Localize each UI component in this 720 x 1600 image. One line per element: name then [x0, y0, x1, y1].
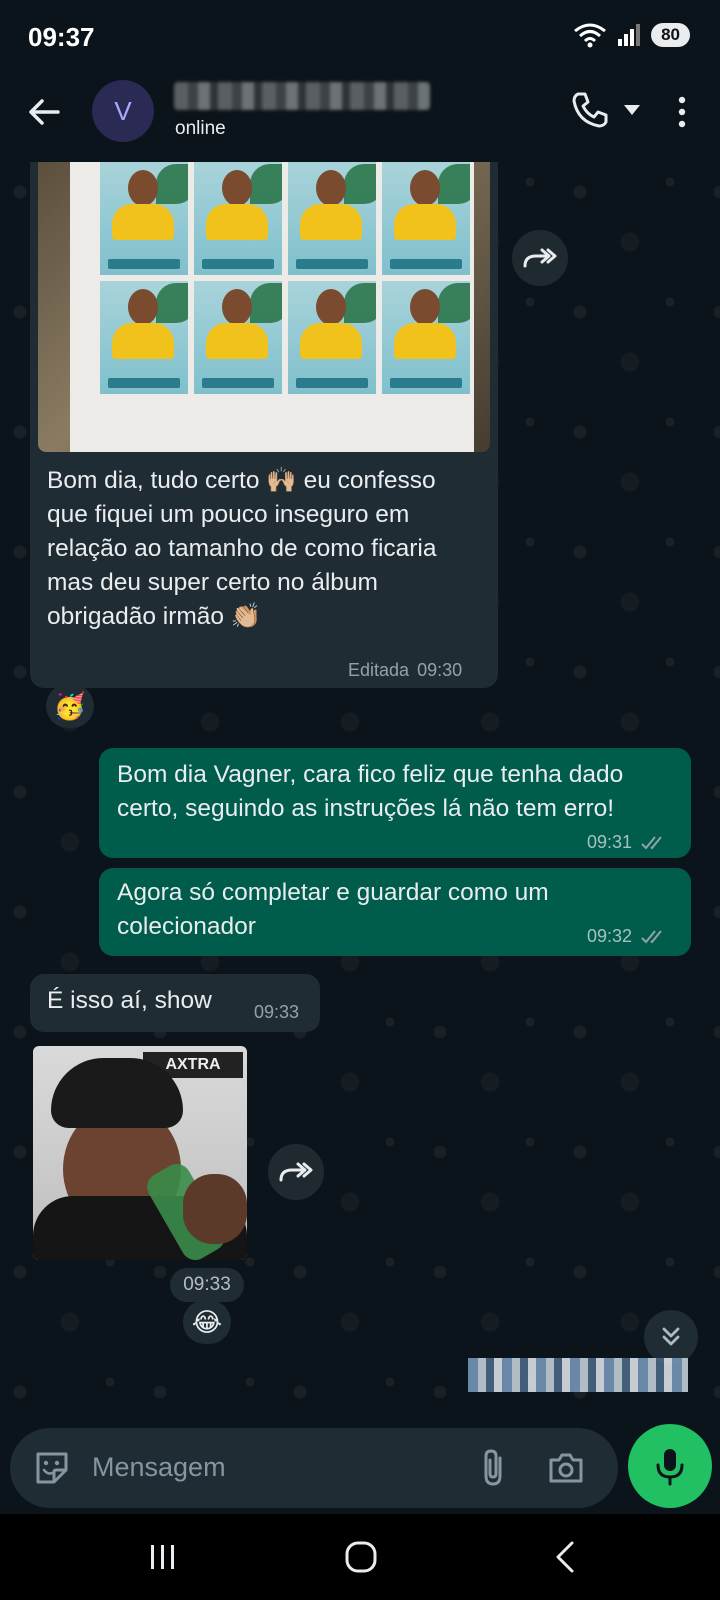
- emoji-icon[interactable]: [32, 1448, 72, 1488]
- status-time: 09:37: [28, 22, 95, 52]
- message-time: 09:32: [587, 926, 633, 946]
- contact-status: online: [175, 118, 226, 139]
- sticker-sheet: [70, 162, 474, 452]
- read-receipt-icon: [641, 835, 662, 849]
- message-text: Bom dia, tudo certo 🙌🏼 eu confesso que f…: [47, 467, 437, 630]
- chat-header: V online: [0, 72, 720, 162]
- forward-button[interactable]: [268, 1144, 324, 1200]
- system-nav-bar: [0, 1514, 720, 1600]
- mic-icon: [656, 1449, 684, 1486]
- recent-apps-icon[interactable]: [148, 1542, 178, 1572]
- message-time: 09:30: [417, 660, 463, 680]
- sticker-sheet-photo[interactable]: [38, 162, 490, 452]
- message-input-bar[interactable]: Mensagem: [10, 1428, 618, 1508]
- media-preview-strip[interactable]: [468, 1358, 688, 1392]
- sticker-grid: [100, 162, 470, 394]
- status-bar: 09:37 80: [0, 0, 720, 72]
- message-time: 09:31: [587, 832, 633, 852]
- reaction-badge[interactable]: 😂: [183, 1300, 231, 1344]
- sticker: [382, 281, 470, 394]
- message-meta: Editada 09:30: [348, 660, 462, 681]
- wifi-icon: [574, 23, 607, 48]
- more-vert-icon[interactable]: [664, 90, 700, 134]
- message-bubble-outgoing[interactable]: Agora só completar e guardar como um col…: [99, 868, 691, 956]
- sticker: [194, 281, 282, 394]
- message-text: Bom dia Vagner, cara fico feliz que tenh…: [117, 761, 624, 822]
- camera-icon[interactable]: [546, 1448, 586, 1488]
- signal-icon: [618, 24, 641, 46]
- forward-button[interactable]: [512, 230, 568, 286]
- dropdown-icon[interactable]: [620, 100, 644, 120]
- edited-label: Editada: [348, 660, 410, 680]
- nav-back-icon[interactable]: [552, 1540, 578, 1574]
- sticker: [100, 281, 188, 394]
- reaction-badge[interactable]: 🥳: [46, 684, 94, 728]
- mic-button[interactable]: [628, 1424, 712, 1508]
- sticker: [382, 162, 470, 275]
- read-receipt-icon: [641, 929, 662, 943]
- gif-person-cap: [51, 1058, 183, 1128]
- forward-icon: [279, 1162, 313, 1182]
- message-input[interactable]: Mensagem: [92, 1452, 226, 1483]
- gif-hand: [183, 1174, 247, 1244]
- sticker: [194, 162, 282, 275]
- attach-icon[interactable]: [476, 1446, 512, 1490]
- forward-icon: [523, 248, 557, 268]
- message-text: Agora só completar e guardar como um col…: [117, 879, 549, 940]
- status-icons: 80: [573, 22, 690, 48]
- battery-level: 80: [651, 23, 690, 47]
- sticker: [288, 281, 376, 394]
- home-icon[interactable]: [344, 1540, 378, 1574]
- chat-area[interactable]: Bom dia, tudo certo 🙌🏼 eu confesso que f…: [0, 162, 720, 1420]
- message-time: 09:33: [254, 1002, 300, 1022]
- sticker: [288, 162, 376, 275]
- message-bubble-outgoing[interactable]: Bom dia Vagner, cara fico feliz que tenh…: [99, 748, 691, 858]
- message-meta: 09:31: [587, 832, 668, 853]
- message-time: 09:33: [170, 1268, 244, 1302]
- message-meta: 09:32: [587, 926, 668, 947]
- sticker: [100, 162, 188, 275]
- message-bubble-incoming[interactable]: É isso aí, show 09:33: [30, 974, 320, 1032]
- scroll-down-button[interactable]: [644, 1310, 698, 1364]
- gif-message[interactable]: AXTRA: [33, 1046, 247, 1260]
- avatar[interactable]: V: [92, 80, 154, 142]
- chevron-double-down-icon: [662, 1327, 680, 1346]
- message-text: É isso aí, show: [47, 987, 212, 1014]
- contact-name-blurred[interactable]: [174, 82, 430, 110]
- phone-icon[interactable]: [568, 88, 612, 132]
- back-arrow-icon[interactable]: [22, 90, 66, 134]
